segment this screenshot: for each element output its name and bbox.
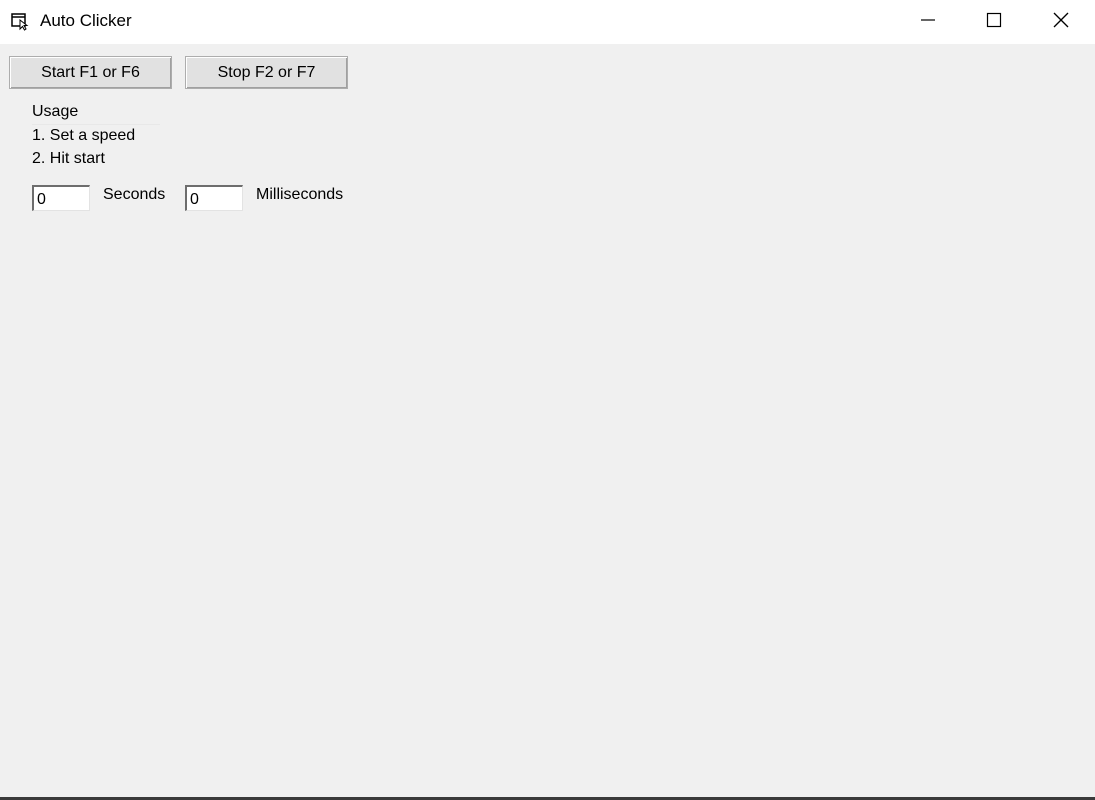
maximize-icon [986, 12, 1002, 33]
seconds-label: Seconds [103, 186, 166, 203]
minimize-icon [920, 12, 936, 33]
close-button[interactable] [1028, 0, 1094, 44]
app-icon [10, 11, 30, 31]
close-icon [1053, 12, 1069, 33]
stop-button[interactable]: Stop F2 or F7 [185, 56, 348, 89]
client-area: Start F1 or F6 Stop F2 or F7 Usage 1. Se… [0, 44, 1095, 797]
usage-divider [32, 124, 160, 125]
minimize-button[interactable] [895, 0, 961, 44]
usage-step-2: 2. Hit start [32, 150, 105, 167]
usage-heading: Usage [32, 103, 79, 120]
window-title: Auto Clicker [40, 11, 132, 30]
auto-clicker-window: Auto Clicker Start F1 or F6 Stop F2 or F… [0, 0, 1095, 800]
title-bar[interactable]: Auto Clicker [0, 0, 1095, 44]
seconds-input[interactable] [32, 185, 90, 211]
start-button[interactable]: Start F1 or F6 [9, 56, 172, 89]
milliseconds-label: Milliseconds [256, 186, 344, 203]
milliseconds-input[interactable] [185, 185, 243, 211]
maximize-button[interactable] [961, 0, 1027, 44]
usage-step-1: 1. Set a speed [32, 127, 136, 144]
